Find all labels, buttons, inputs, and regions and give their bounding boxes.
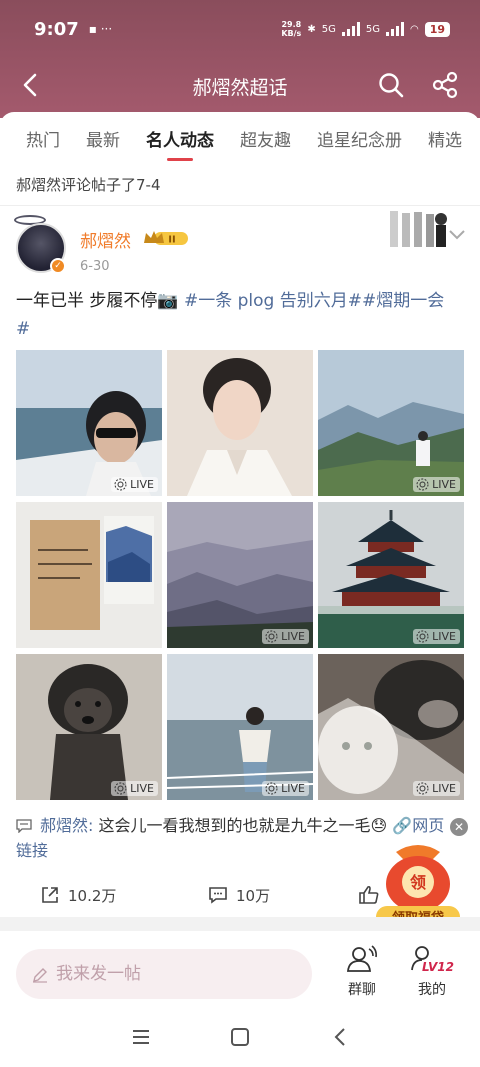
vip-level: II — [168, 235, 175, 246]
live-photo-icon — [265, 630, 278, 643]
tab-super-fun[interactable]: 超友趣 — [240, 126, 291, 151]
bottom-bar: 我来发一帖 群聊 LV12 我的 — [0, 931, 480, 1015]
bluetooth-icon: ✱ — [307, 23, 316, 35]
tab-bar: 热门 最新 名人动态 超友趣 追星纪念册 精选 — [0, 112, 480, 164]
decoration-sticker-icon — [390, 211, 447, 247]
live-photo-icon — [416, 630, 429, 643]
image-grid: LIVE LIVE LIVE LIVE LIVE LIVE LIVE — [16, 350, 465, 801]
back-nav-icon[interactable] — [330, 1026, 350, 1048]
image-man-on-boat[interactable]: LIVE — [167, 654, 313, 800]
user-level: LV12 — [422, 960, 454, 974]
nav-bar: 郝熠然超话 — [0, 62, 480, 108]
image-note-and-postcard[interactable] — [16, 502, 162, 648]
chevron-down-icon[interactable] — [448, 229, 466, 241]
tab-fan-album[interactable]: 追星纪念册 — [317, 126, 402, 151]
live-photo-icon — [416, 478, 429, 491]
live-badge: LIVE — [413, 629, 460, 644]
repost-button[interactable]: 10.2万 — [40, 885, 116, 906]
profile-level-icon: LV12 — [411, 946, 454, 974]
vip-crown-icon: II — [144, 231, 188, 246]
group-chat-label: 群聊 — [348, 982, 376, 998]
tab-latest[interactable]: 最新 — [86, 126, 120, 151]
repost-icon — [42, 887, 58, 903]
post-author[interactable]: 郝熠然 — [80, 227, 131, 252]
group-chat-button[interactable]: 群聊 — [336, 943, 388, 999]
status-right: 29.8 KB/s ✱ 5G 5G ◠ 19 — [281, 20, 450, 38]
live-badge: LIVE — [262, 629, 309, 644]
image-cat-and-dog[interactable]: LIVE — [318, 654, 464, 800]
comment-button[interactable]: 10万 — [208, 885, 270, 906]
compose-post-input[interactable]: 我来发一帖 — [16, 949, 312, 999]
top-header: 9:07 ▪ ··· 29.8 KB/s ✱ 5G 5G ◠ 19 郝熠然超话 — [0, 0, 480, 118]
signal-icon-2 — [385, 22, 404, 36]
tab-featured[interactable]: 精选 — [428, 126, 462, 151]
live-badge: LIVE — [413, 477, 460, 492]
image-temple-of-heaven[interactable]: LIVE — [318, 502, 464, 648]
comment-author[interactable]: 郝熠然: — [40, 816, 93, 835]
share-icon[interactable] — [430, 70, 460, 100]
menu-icon[interactable] — [130, 1027, 152, 1047]
tab-hot[interactable]: 热门 — [26, 126, 60, 151]
live-badge: LIVE — [111, 781, 158, 796]
image-misty-mountains[interactable]: LIVE — [167, 502, 313, 648]
image-dog[interactable]: LIVE — [16, 654, 162, 800]
image-selfie-on-boat[interactable]: LIVE — [16, 350, 162, 496]
repost-count: 10.2万 — [68, 886, 117, 905]
status-notification-icons: ▪ ··· — [88, 22, 113, 36]
post-content: 一年已半 步履不停📷 #一条 plog 告别六月##熠期一会# — [16, 287, 456, 343]
comment-count: 10万 — [236, 886, 271, 905]
svg-text:领: 领 — [410, 873, 426, 892]
live-photo-icon — [114, 782, 127, 795]
page-title: 郝熠然超话 — [192, 77, 288, 99]
system-nav-bar — [0, 1015, 480, 1067]
search-icon[interactable] — [376, 70, 406, 100]
live-badge: LIVE — [262, 781, 309, 796]
post-date: 6-30 — [80, 259, 110, 274]
post-text: 一年已半 步履不停📷 — [16, 291, 184, 311]
live-badge: LIVE — [111, 477, 158, 492]
image-mountain-view[interactable]: LIVE — [318, 350, 464, 496]
section-divider — [0, 917, 480, 931]
close-icon[interactable]: ✕ — [450, 818, 468, 836]
battery-indicator: 19 — [424, 21, 450, 37]
my-label: 我的 — [418, 982, 446, 998]
home-icon[interactable] — [229, 1026, 251, 1048]
live-photo-icon — [416, 782, 429, 795]
tab-celebrity-updates[interactable]: 名人动态 — [146, 126, 214, 161]
wifi-icon: ◠ — [409, 23, 419, 35]
net-label-2: 5G — [365, 23, 380, 35]
activity-notice[interactable]: 郝熠然评论帖子了7-4 — [0, 166, 480, 206]
image-portrait-white-suit[interactable] — [167, 350, 313, 496]
network-speed: 29.8 KB/s — [281, 20, 302, 38]
verified-badge-icon: ✓ — [50, 258, 66, 274]
my-profile-button[interactable]: LV12 我的 — [404, 943, 460, 999]
status-time: 9:07 — [34, 18, 79, 40]
live-photo-icon — [265, 782, 278, 795]
comment-text: 这会儿一看我想到的也就是九牛之一毛😓 — [93, 816, 393, 835]
signal-icon-1 — [341, 22, 360, 36]
live-badge: LIVE — [413, 781, 460, 796]
net-label-1: 5G — [321, 23, 336, 35]
status-bar: 9:07 ▪ ··· 29.8 KB/s ✱ 5G 5G ◠ 19 — [34, 14, 450, 44]
group-chat-icon — [347, 945, 377, 972]
live-photo-icon — [114, 478, 127, 491]
pen-icon — [33, 968, 47, 983]
comment-icon — [209, 887, 227, 904]
